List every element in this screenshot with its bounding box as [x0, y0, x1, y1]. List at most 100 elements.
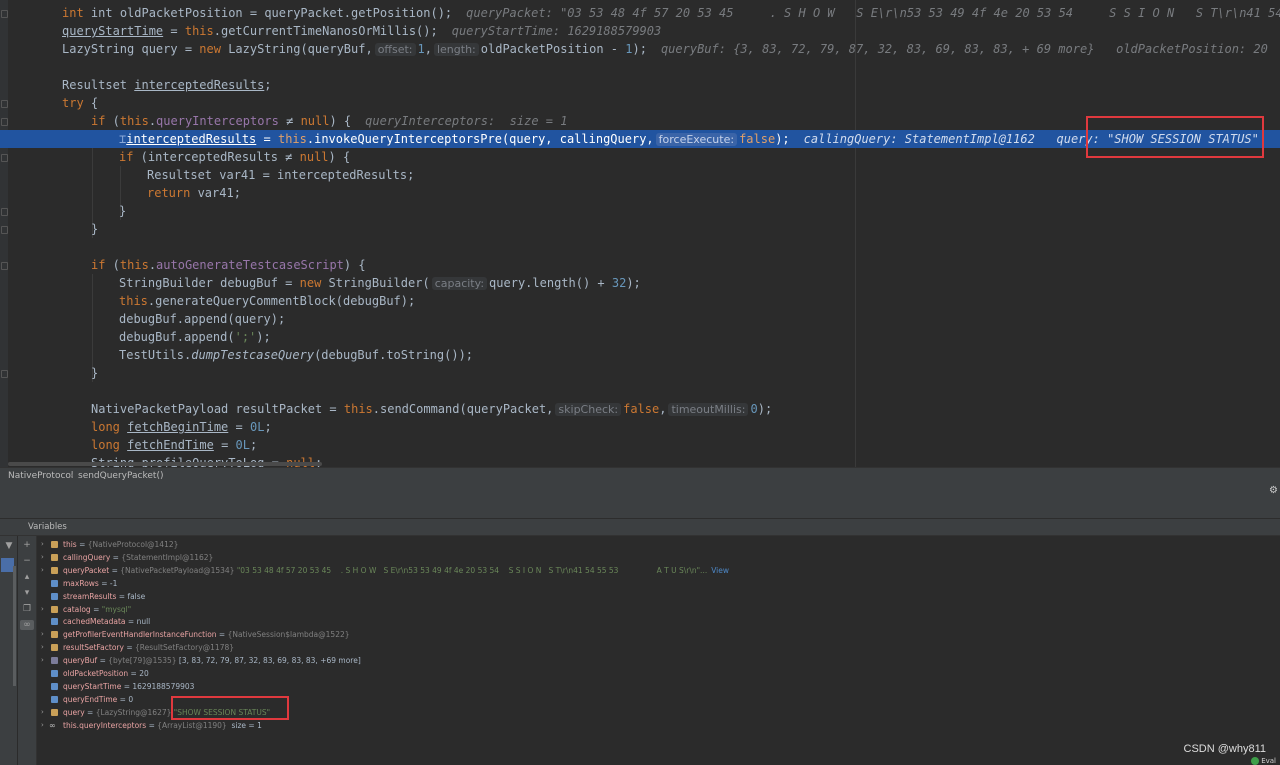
code-line[interactable]: long fetchBeginTime = 0L;: [0, 418, 1280, 436]
code-text: }: [91, 222, 99, 236]
expand-arrow-icon[interactable]: ›: [41, 603, 44, 616]
variable-type-icon: [51, 605, 58, 613]
variable-row[interactable]: streamResults = false: [37, 590, 1280, 603]
variable-type: {ResultSetFactory@1178}: [135, 643, 235, 653]
variable-row[interactable]: › callingQuery = {StatementImpl@1162}: [37, 551, 1280, 564]
code-line[interactable]: return var41;: [0, 184, 1280, 202]
code-line[interactable]: long fetchEndTime = 0L;: [0, 436, 1280, 454]
code-text: Resultset var41 = interceptedResults;: [147, 168, 415, 182]
minus-icon[interactable]: −: [20, 556, 34, 566]
code-text: .: [148, 114, 157, 128]
variable-row[interactable]: oldPacketPosition = 20: [37, 667, 1280, 680]
code-text: ) {: [329, 114, 352, 128]
code-line[interactable]: try {: [0, 94, 1280, 112]
code-field: autoGenerateTestcaseScript: [156, 258, 344, 272]
code-line[interactable]: LazyString query = new LazyString(queryB…: [0, 40, 1280, 58]
code-line[interactable]: int int oldPacketPosition = queryPacket.…: [0, 4, 1280, 22]
code-line[interactable]: queryStartTime = this.getCurrentTimeNano…: [0, 22, 1280, 40]
variable-row[interactable]: › catalog = "mysql": [37, 603, 1280, 616]
variable-row[interactable]: cachedMetadata = null: [37, 615, 1280, 628]
expand-arrow-icon[interactable]: ›: [41, 564, 44, 577]
variable-name: catalog: [63, 604, 91, 614]
code-text: oldPacketPosition -: [480, 42, 626, 56]
code-line[interactable]: debugBuf.append(';');: [0, 328, 1280, 346]
frames-scrollbar[interactable]: [13, 566, 16, 686]
glasses-icon[interactable]: ∞: [20, 620, 34, 630]
variable-text: maxRows = -1: [63, 577, 117, 590]
code-field: queryInterceptors: [156, 114, 279, 128]
horizontal-scrollbar[interactable]: [8, 462, 322, 466]
plus-icon[interactable]: +: [20, 540, 34, 550]
code-line[interactable]: debugBuf.append(query);: [0, 310, 1280, 328]
code-text: ) {: [343, 258, 366, 272]
variable-text: queryEndTime = 0: [63, 693, 133, 706]
code-number: 32: [611, 276, 627, 290]
code-line[interactable]: NativePacketPayload resultPacket = this.…: [0, 400, 1280, 418]
code-line[interactable]: }: [0, 364, 1280, 382]
expand-arrow-icon[interactable]: ›: [41, 551, 44, 564]
code-keyword: long: [91, 420, 120, 434]
code-line[interactable]: }: [0, 220, 1280, 238]
code-keyword: false: [739, 132, 776, 146]
variable-row[interactable]: › resultSetFactory = {ResultSetFactory@11…: [37, 641, 1280, 654]
expand-arrow-icon[interactable]: ›: [41, 719, 44, 732]
evaluate-button[interactable]: Eval: [1251, 757, 1276, 765]
variable-row[interactable]: › queryBuf = {byte[79]@1535} [3, 83, 72, …: [37, 654, 1280, 667]
arrow-up-icon[interactable]: ▴: [20, 572, 34, 582]
code-line[interactable]: Resultset var41 = interceptedResults;: [0, 166, 1280, 184]
variables-tree[interactable]: › this = {NativeProtocol@1412} › callingQue…: [37, 536, 1280, 765]
code-number: 0: [750, 402, 758, 416]
inline-value-hint: queryInterceptors: size = 1: [365, 114, 568, 128]
variable-row[interactable]: › ∞ this.queryInterceptors = {ArrayList@11…: [37, 719, 1280, 732]
variable-row[interactable]: › queryPacket = {NativePacketPayload@1534…: [37, 564, 1280, 577]
breadcrumb-class[interactable]: NativeProtocol: [8, 468, 73, 485]
variable-type: {LazyString@1627}: [95, 707, 172, 717]
expand-arrow-icon[interactable]: ›: [41, 654, 44, 667]
code-line[interactable]: }: [0, 202, 1280, 220]
code-line[interactable]: if (this.autoGenerateTestcaseScript) {: [0, 256, 1280, 274]
expand-arrow-icon[interactable]: ›: [41, 706, 44, 719]
code-line[interactable]: TestUtils.dumpTestcaseQuery(debugBuf.toS…: [0, 346, 1280, 364]
variable-type: {StatementImpl@1162}: [121, 552, 214, 562]
view-link[interactable]: View: [711, 566, 729, 575]
variable-type-icon: [51, 708, 58, 716]
evaluate-label: Eval: [1261, 757, 1276, 765]
variable-type-icon: [51, 553, 58, 561]
variables-header: Variables: [0, 519, 1280, 536]
code-text: StringBuilder(: [321, 276, 430, 290]
gear-icon[interactable]: ⚙: [1269, 485, 1278, 496]
code-keyword: if: [119, 150, 134, 164]
code-keyword: this: [277, 132, 307, 146]
code-keyword: return: [147, 186, 191, 200]
variable-name: resultSetFactory: [63, 643, 124, 653]
code-line[interactable]: Resultset interceptedResults;: [0, 76, 1280, 94]
variable-row[interactable]: › this = {NativeProtocol@1412}: [37, 538, 1280, 551]
debug-tool-window-header: ⚙: [0, 484, 1280, 501]
variable-type-icon: [51, 644, 58, 652]
variable-name: queryBuf: [63, 656, 98, 666]
code-text: Resultset: [62, 78, 135, 92]
variable-equals: =: [121, 681, 133, 691]
variable-type-icon: [51, 695, 58, 703]
code-line[interactable]: this.generateQueryCommentBlock(debugBuf)…: [0, 292, 1280, 310]
variable-row[interactable]: queryStartTime = 1629188579903: [37, 680, 1280, 693]
expand-arrow-icon[interactable]: ›: [41, 628, 44, 641]
code-text: ;: [249, 438, 258, 452]
code-keyword: if: [91, 114, 106, 128]
expand-arrow-icon[interactable]: ›: [41, 641, 44, 654]
code-editor[interactable]: int int oldPacketPosition = queryPacket.…: [0, 0, 1280, 467]
copy-icon[interactable]: ❐: [20, 604, 34, 614]
breadcrumb-method[interactable]: sendQueryPacket(): [78, 468, 163, 485]
code-text: .getCurrentTimeNanosOrMillis();: [213, 24, 438, 38]
variable-row[interactable]: › getProfilerEventHandlerInstanceFunction…: [37, 628, 1280, 641]
parameter-hint: forceExecute:: [655, 133, 738, 146]
arrow-down-icon[interactable]: ▾: [20, 588, 34, 598]
parameter-hint: capacity:: [431, 277, 488, 290]
variable-text: catalog = "mysql": [63, 603, 131, 616]
filter-icon[interactable]: ▼: [2, 541, 16, 551]
expand-arrow-icon[interactable]: ›: [41, 538, 44, 551]
code-line[interactable]: StringBuilder debugBuf = new StringBuild…: [0, 274, 1280, 292]
variable-row[interactable]: maxRows = -1: [37, 577, 1280, 590]
code-variable: interceptedResults: [134, 78, 265, 92]
code-text: (: [105, 258, 120, 272]
